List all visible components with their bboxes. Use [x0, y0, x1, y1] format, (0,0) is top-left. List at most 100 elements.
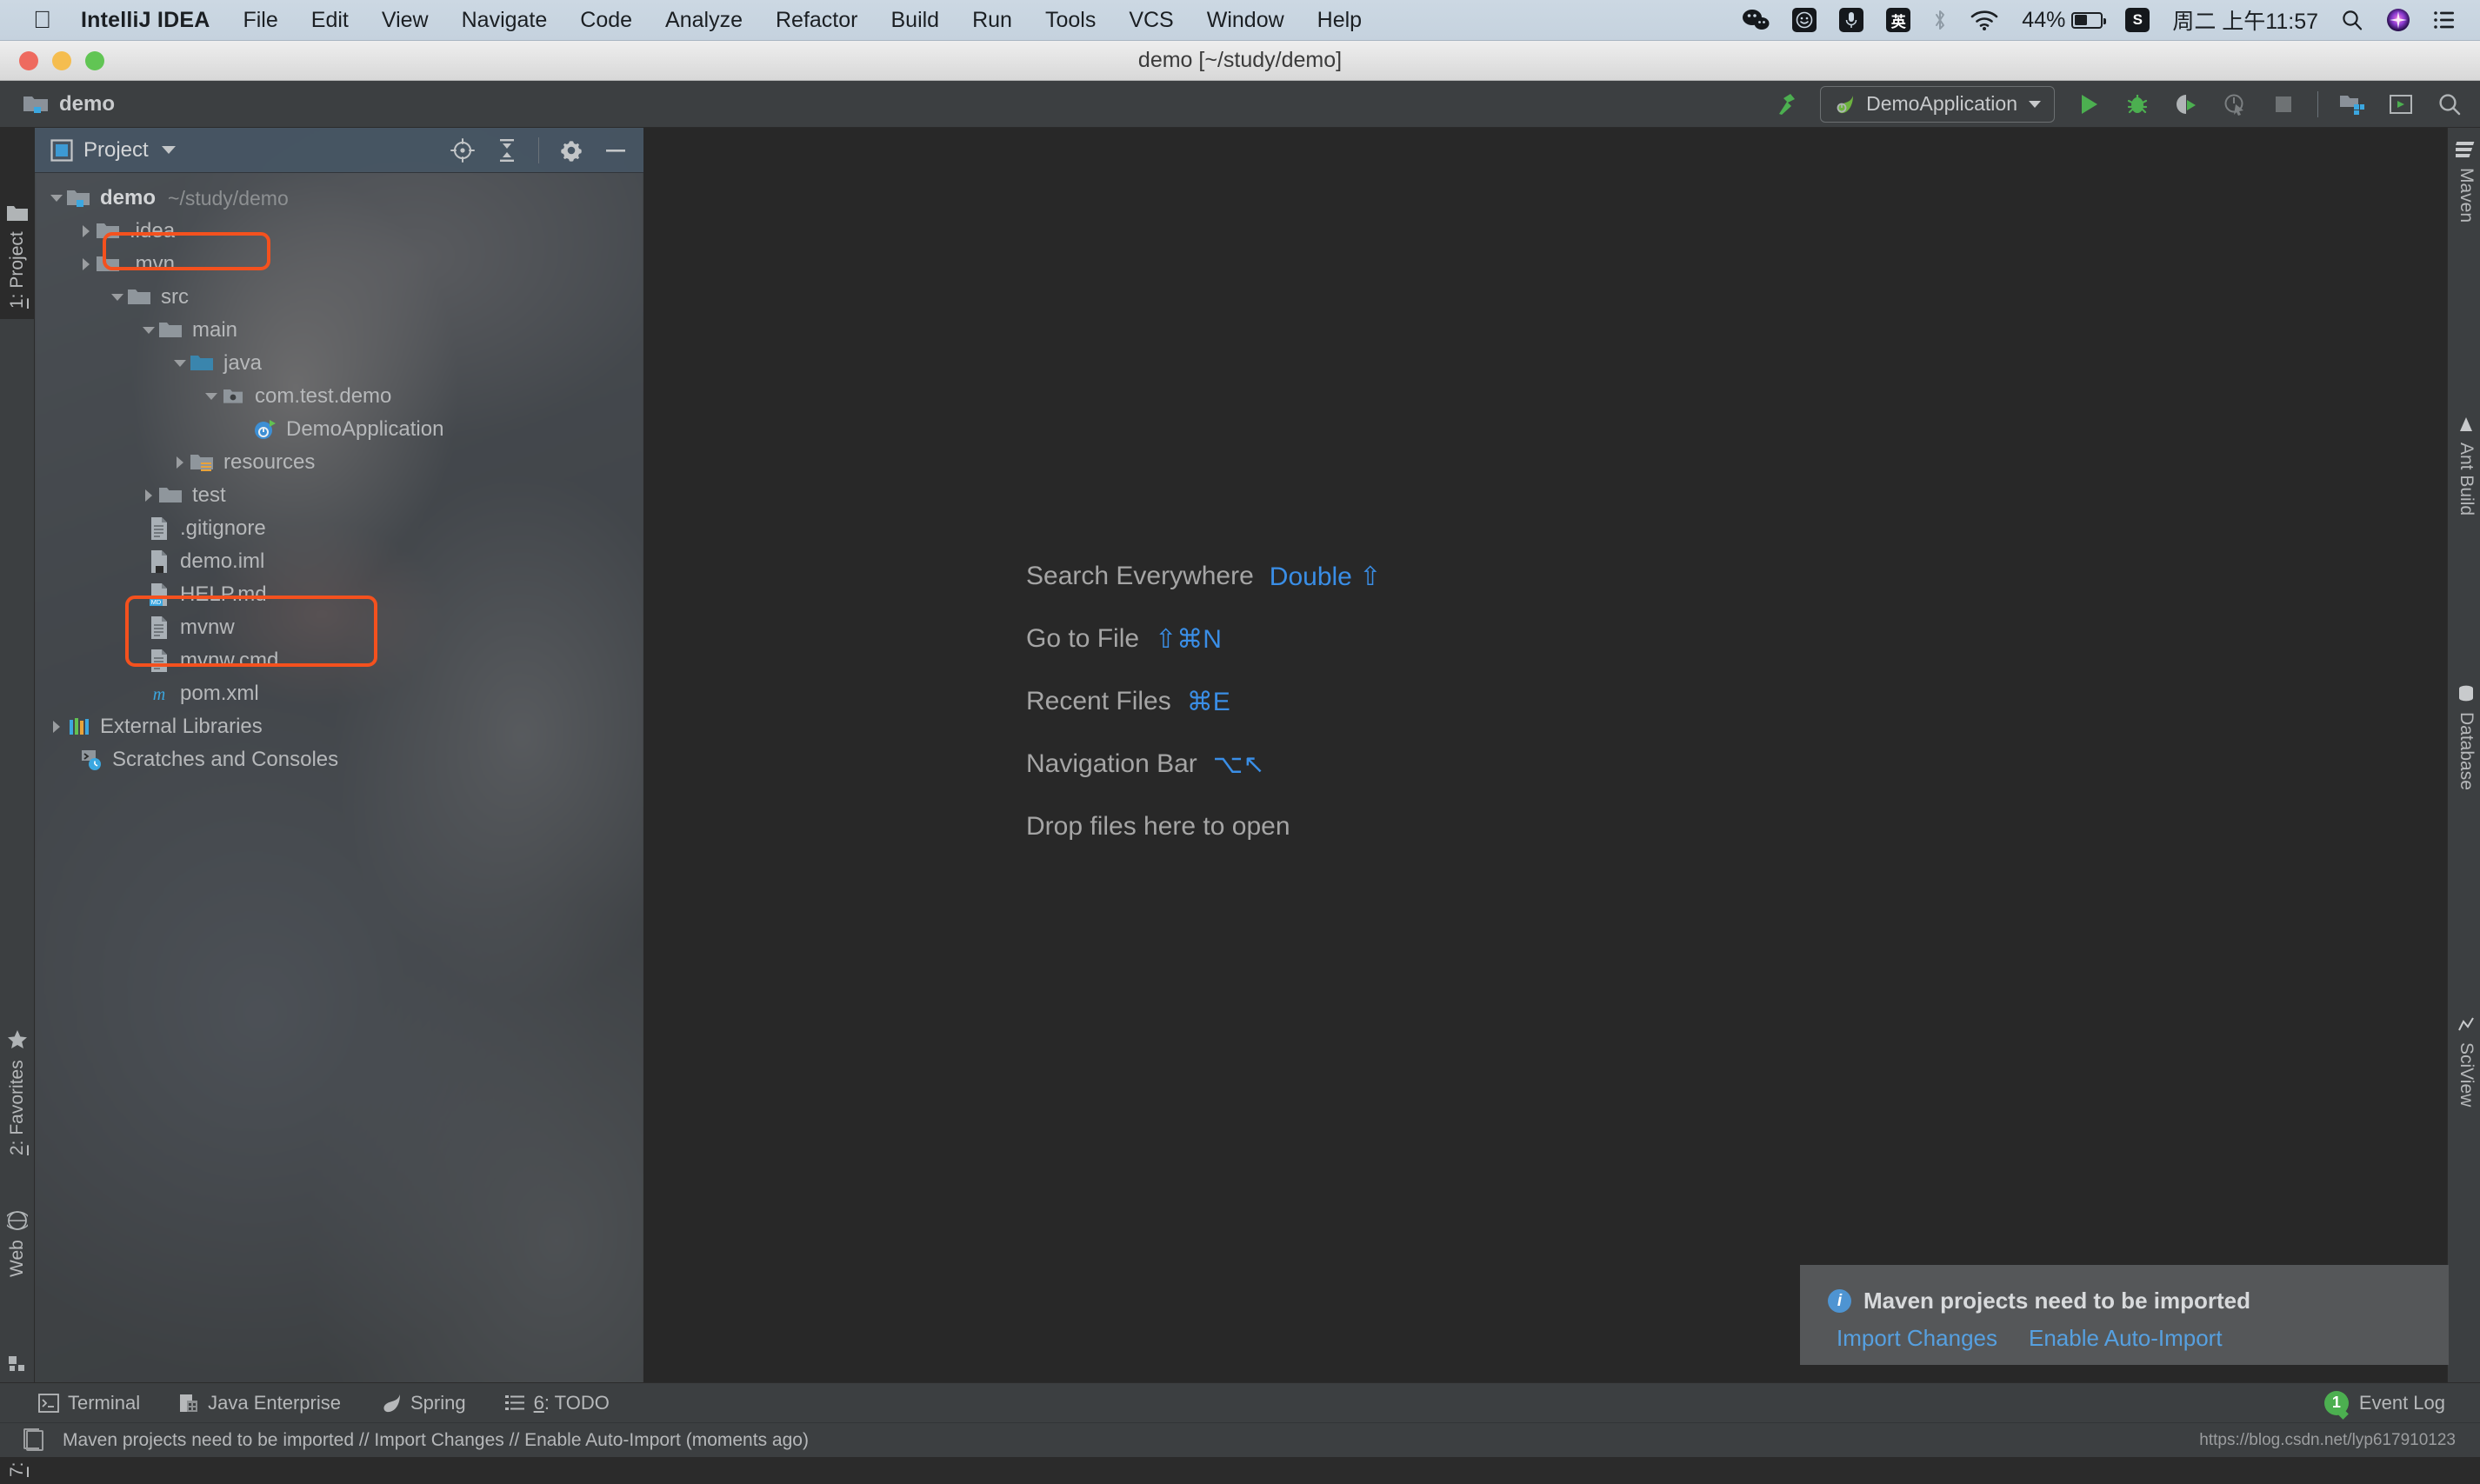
- event-log-label: Event Log: [2358, 1391, 2445, 1414]
- tree-row-mvnw-cmd[interactable]: mvnw.cmd: [35, 644, 643, 677]
- chevron-down-icon[interactable]: [108, 288, 127, 307]
- bluetooth-icon[interactable]: [1933, 8, 1947, 32]
- event-log-area[interactable]: 1 Event Log: [2323, 1390, 2445, 1415]
- ant-icon: [2457, 415, 2476, 434]
- chevron-down-icon[interactable]: [161, 145, 177, 155]
- tip-go-to-file: Go to File ⇧⌘N: [1026, 608, 1381, 670]
- tree-row-scratches[interactable]: Scratches and Consoles: [35, 743, 643, 776]
- menu-item-window[interactable]: Window: [1207, 8, 1284, 33]
- menu-item-view[interactable]: View: [382, 8, 429, 33]
- tree-row-java[interactable]: java: [35, 347, 643, 380]
- menu-item-file[interactable]: File: [243, 8, 277, 33]
- tree-row-test[interactable]: test: [35, 479, 643, 512]
- emoji-face-icon[interactable]: [1792, 8, 1817, 32]
- tree-row-external-libraries[interactable]: External Libraries: [35, 710, 643, 743]
- tree-row-main[interactable]: main: [35, 314, 643, 347]
- hide-minimize-icon[interactable]: [603, 137, 628, 163]
- run-coverage-icon[interactable]: [2171, 90, 2201, 119]
- project-structure-icon[interactable]: [2337, 90, 2367, 119]
- microphone-icon[interactable]: [1839, 8, 1864, 32]
- tree-row-pom-xml[interactable]: m pom.xml: [35, 677, 643, 710]
- tree-label: Scratches and Consoles: [112, 748, 339, 771]
- bottom-tab-spring[interactable]: Spring: [379, 1392, 466, 1414]
- folder-icon: [96, 218, 122, 244]
- close-button[interactable]: [19, 50, 38, 70]
- minimize-button[interactable]: [52, 50, 71, 70]
- tree-row-gitignore[interactable]: .gitignore: [35, 512, 643, 545]
- sogou-input-icon[interactable]: S: [2125, 8, 2150, 32]
- sidebar-item-web[interactable]: Web: [0, 1162, 35, 1284]
- siri-icon[interactable]: [2386, 8, 2410, 32]
- tree-row-demoapplication[interactable]: DemoApplication: [35, 413, 643, 446]
- sidebar-item-sciview[interactable]: SciView: [2450, 1015, 2480, 1107]
- menu-item-run[interactable]: Run: [972, 8, 1012, 33]
- chevron-down-icon[interactable]: [47, 189, 66, 208]
- sdk-manager-icon[interactable]: [2386, 90, 2416, 119]
- menu-app-name[interactable]: IntelliJ IDEA: [81, 8, 210, 33]
- sidebar-item-maven[interactable]: Maven: [2450, 140, 2480, 223]
- menu-item-analyze[interactable]: Analyze: [665, 8, 743, 33]
- chevron-down-icon[interactable]: [170, 354, 190, 373]
- build-hammer-icon[interactable]: [1771, 90, 1801, 119]
- bottom-tab-terminal[interactable]: Terminal: [38, 1392, 140, 1414]
- chevron-right-icon[interactable]: [139, 486, 158, 505]
- chevron-down-icon[interactable]: [139, 321, 158, 340]
- run-configuration-selector[interactable]: DemoApplication: [1820, 85, 2055, 123]
- menu-item-edit[interactable]: Edit: [311, 8, 349, 33]
- bottom-tab-java-enterprise[interactable]: Java Enterprise: [178, 1392, 341, 1414]
- locate-target-icon[interactable]: [450, 137, 476, 163]
- sidebar-item-project[interactable]: 1: Project: [0, 133, 35, 316]
- ime-indicator[interactable]: 英: [1886, 8, 1911, 32]
- spring-class-icon: [252, 416, 278, 443]
- gear-icon[interactable]: [558, 137, 584, 163]
- sidebar-item-database[interactable]: Database: [2450, 684, 2480, 790]
- chevron-right-icon[interactable]: [77, 255, 96, 274]
- tree-row-demo[interactable]: demo ~/study/demo: [35, 182, 643, 215]
- sidebar-item-favorites[interactable]: 2: Favorites: [0, 936, 35, 1162]
- sidebar-item-label: Database: [2457, 712, 2477, 790]
- tree-label: .idea: [130, 219, 176, 243]
- battery-status[interactable]: 44%: [2022, 7, 2107, 33]
- wechat-icon[interactable]: [1742, 9, 1770, 31]
- chevron-right-icon[interactable]: [47, 717, 66, 736]
- sidebar-item-ant-build[interactable]: Ant Build: [2450, 415, 2480, 516]
- zoom-button[interactable]: [85, 50, 104, 70]
- menu-item-refactor[interactable]: Refactor: [776, 8, 857, 33]
- status-note-icon[interactable]: [23, 1427, 43, 1451]
- tree-row-src[interactable]: src: [35, 281, 643, 314]
- star-icon: [6, 1028, 29, 1051]
- enable-auto-import-link[interactable]: Enable Auto-Import: [2029, 1325, 2223, 1352]
- tree-row-idea[interactable]: .idea: [35, 215, 643, 248]
- menu-item-vcs[interactable]: VCS: [1129, 8, 1173, 33]
- ide-toolbar-actions: DemoApplication: [1771, 85, 2464, 123]
- tree-row-resources[interactable]: resources: [35, 446, 643, 479]
- debug-icon[interactable]: [2123, 90, 2152, 119]
- menu-item-tools[interactable]: Tools: [1045, 8, 1096, 33]
- tree-row-help-md[interactable]: MD HELP.md: [35, 578, 643, 611]
- wifi-icon[interactable]: [1970, 9, 1999, 31]
- list-menu-icon[interactable]: [2433, 10, 2456, 30]
- apple-logo-icon[interactable]: : [33, 8, 51, 32]
- search-icon[interactable]: [2341, 9, 2363, 31]
- import-changes-link[interactable]: Import Changes: [1837, 1325, 1997, 1352]
- menubar-clock[interactable]: 周二 上午11:57: [2172, 4, 2318, 36]
- menu-item-navigate[interactable]: Navigate: [462, 8, 548, 33]
- collapse-all-icon[interactable]: [495, 137, 519, 163]
- tree-row-demo-iml[interactable]: demo.iml: [35, 545, 643, 578]
- chevron-down-icon[interactable]: [202, 387, 221, 406]
- battery-percent-label: 44%: [2022, 7, 2066, 32]
- menu-item-help[interactable]: Help: [1317, 8, 1362, 33]
- sidebar-item-label: SciView: [2457, 1042, 2477, 1108]
- tree-row-package[interactable]: com.test.demo: [35, 380, 643, 413]
- chevron-right-icon[interactable]: [77, 222, 96, 241]
- event-log-badge: 1: [2323, 1390, 2349, 1415]
- breadcrumb[interactable]: demo: [23, 92, 115, 116]
- bottom-tab-todo[interactable]: 6: TODO: [504, 1392, 610, 1414]
- tree-row-mvn[interactable]: .mvn: [35, 248, 643, 281]
- search-icon[interactable]: [2435, 90, 2464, 119]
- menu-item-build[interactable]: Build: [890, 8, 939, 33]
- tree-row-mvnw[interactable]: mvnw: [35, 611, 643, 644]
- menu-item-code[interactable]: Code: [580, 8, 632, 33]
- run-icon[interactable]: [2074, 90, 2103, 119]
- chevron-right-icon[interactable]: [170, 453, 190, 472]
